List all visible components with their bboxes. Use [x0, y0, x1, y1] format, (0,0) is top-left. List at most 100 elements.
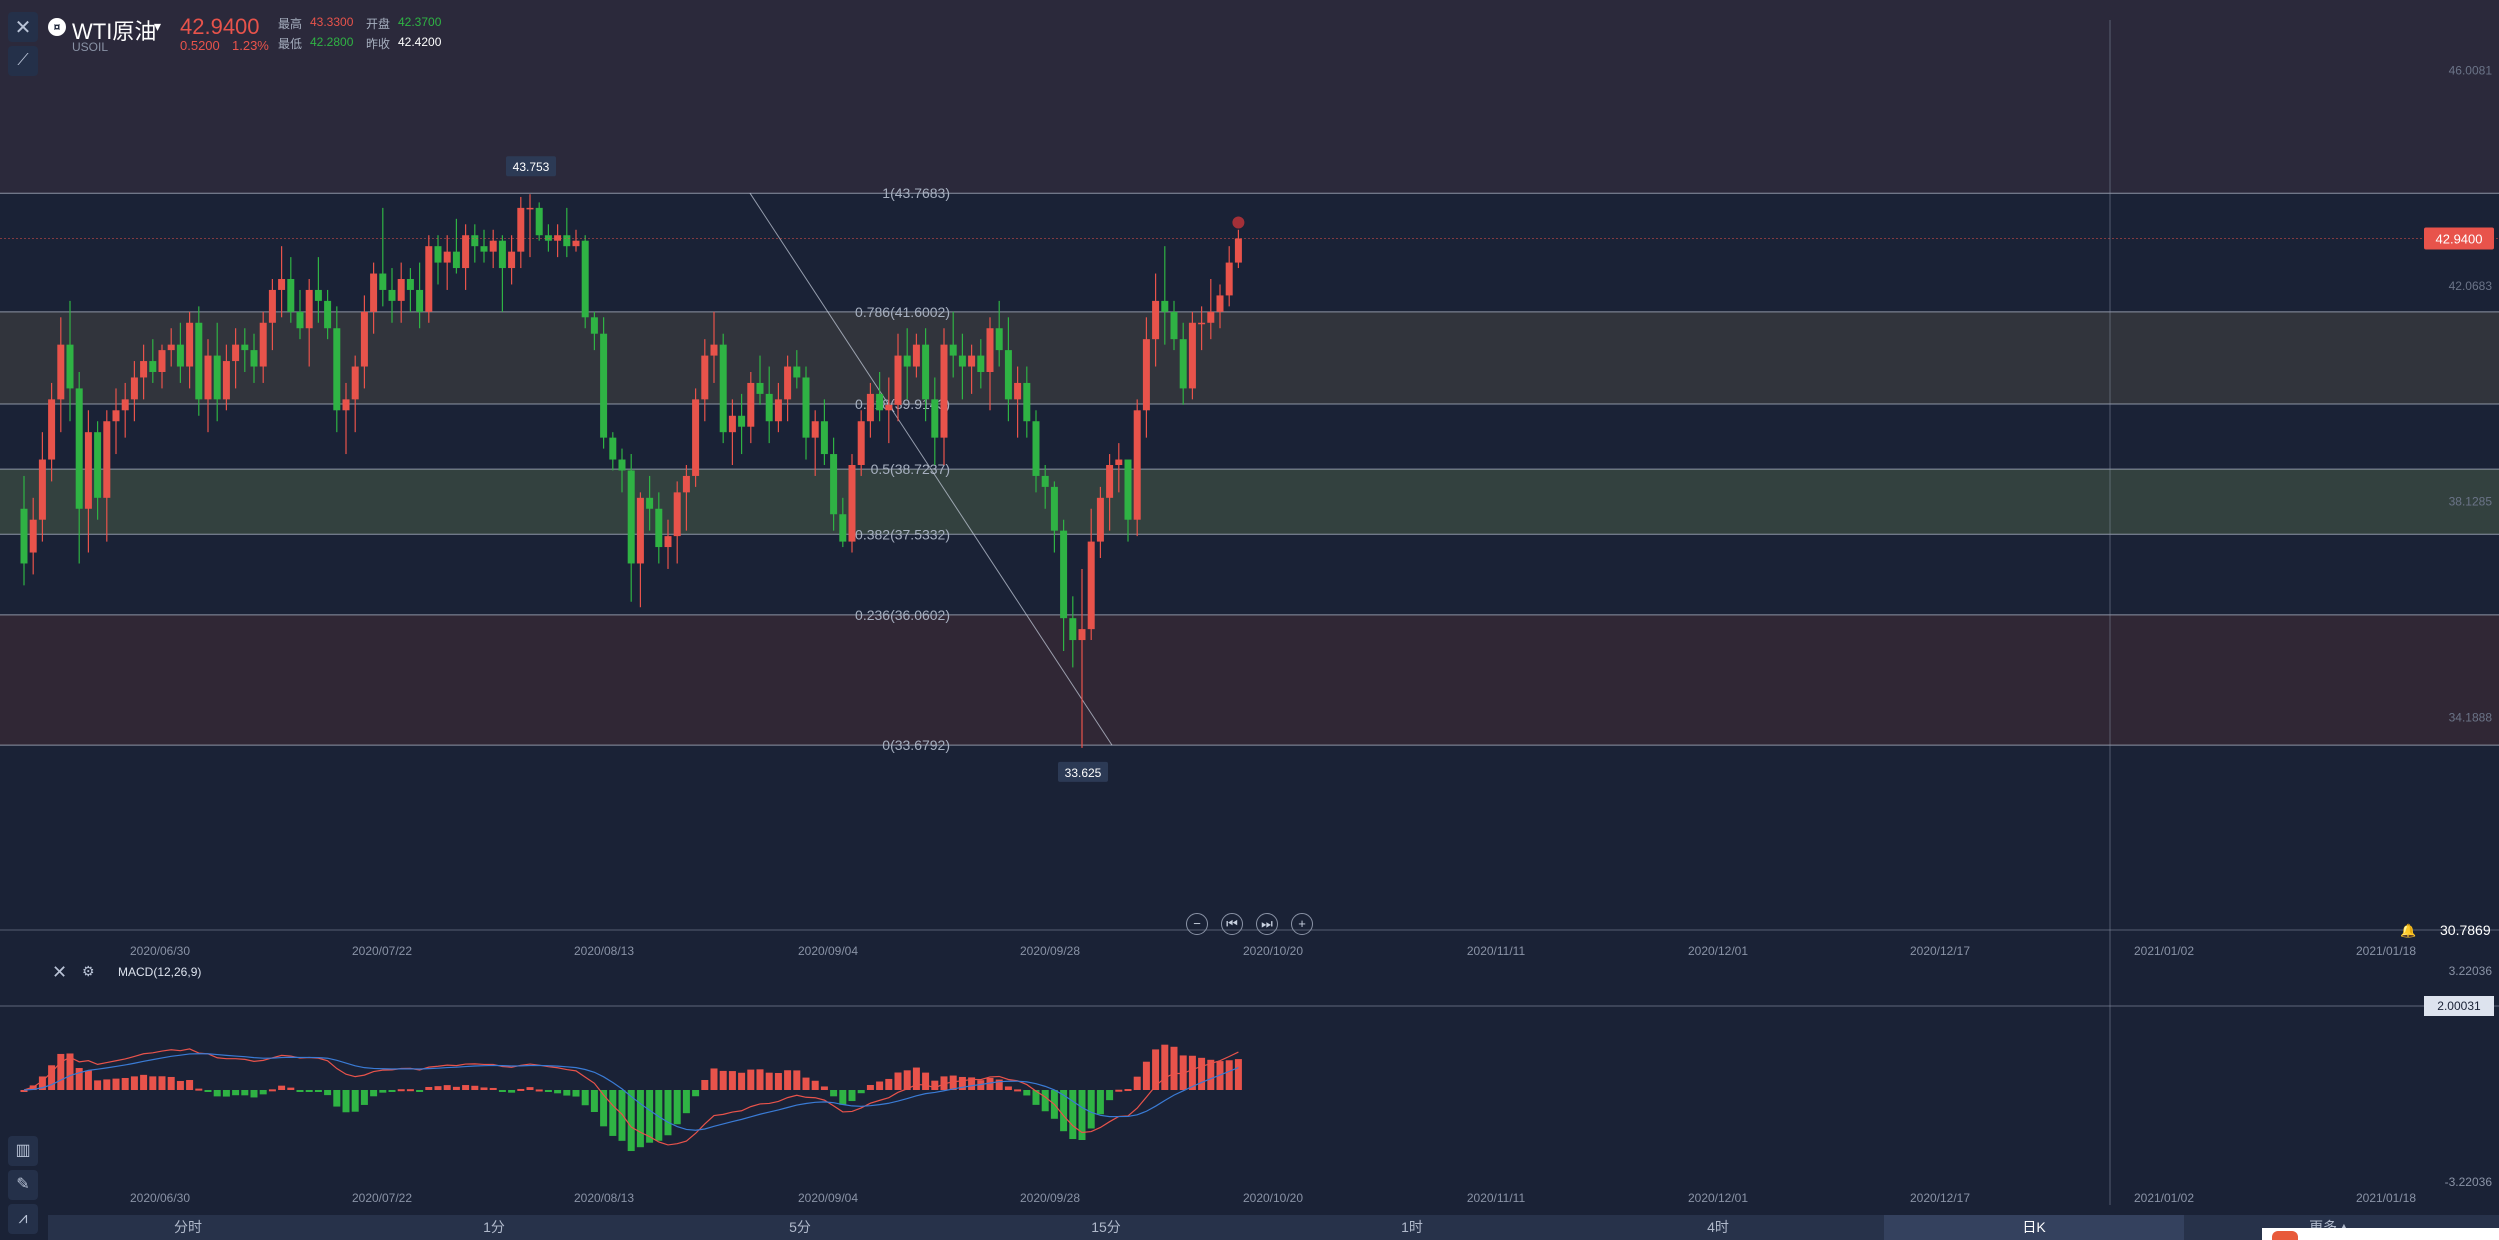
macd-bar	[140, 1074, 148, 1090]
candle-body	[544, 235, 552, 241]
candle-body	[259, 322, 267, 367]
macd-bar	[471, 1085, 479, 1090]
candle-body	[765, 393, 773, 422]
candle-body	[811, 421, 819, 438]
macd-level-text: 2.00031	[2437, 999, 2481, 1013]
candle-body	[38, 459, 46, 520]
candle-body	[296, 311, 304, 329]
price-chart[interactable]: 1(43.7683)0.786(41.6002)0.618(39.9143)0.…	[0, 0, 2499, 1240]
tab-5min[interactable]: 5分	[740, 1215, 860, 1240]
chart-type-icon[interactable]: ⩘	[8, 1204, 38, 1234]
macd-bar	[416, 1090, 424, 1092]
x-axis-date: 2020/12/01	[1688, 944, 1748, 958]
x-axis-date-lower: 2021/01/18	[2356, 1191, 2416, 1205]
current-price: 42.9400	[180, 14, 260, 39]
candle-body	[360, 311, 368, 367]
gear-icon[interactable]: ⚙	[82, 963, 95, 980]
candle-body	[857, 421, 865, 465]
chevron-down-icon[interactable]: ▾	[154, 18, 161, 35]
candle-body	[1225, 262, 1233, 296]
macd-bar	[406, 1089, 414, 1092]
macd-bar	[149, 1076, 157, 1090]
macd-bar	[1106, 1090, 1114, 1101]
macd-bar	[121, 1077, 129, 1090]
candle-body	[425, 246, 433, 312]
candle-body	[1216, 295, 1224, 312]
fib-bands	[0, 0, 2499, 746]
tab-15min[interactable]: 15分	[1046, 1215, 1166, 1240]
macd-bar	[287, 1087, 295, 1090]
close-icon[interactable]: ✕	[8, 12, 38, 42]
macd-bar	[1142, 1061, 1150, 1090]
macd-bar	[1133, 1076, 1141, 1090]
live-dot	[1232, 216, 1245, 229]
macd-bar	[222, 1090, 230, 1097]
macd-bar	[830, 1090, 838, 1097]
macd-bar	[241, 1090, 249, 1096]
x-axis-date-lower: 2020/12/17	[1910, 1191, 1970, 1205]
x-axis-date-lower: 2020/08/13	[574, 1191, 634, 1205]
macd-bar	[103, 1079, 111, 1090]
candle-body	[673, 492, 681, 537]
jump-start-icon[interactable]: ⏮	[1221, 913, 1243, 935]
candle-body	[995, 328, 1003, 351]
zoom-out-icon[interactable]: −	[1186, 913, 1208, 935]
candle-body	[149, 361, 157, 372]
close-indicator-icon[interactable]: ✕	[52, 962, 67, 983]
low-tag: 33.625	[1065, 766, 1102, 780]
x-axis-date: 2020/11/11	[1467, 944, 1526, 958]
indicator-icon[interactable]: ▥	[8, 1136, 38, 1166]
timeframe-bar: 分时 1分 5分 15分 1时 4时 日K 更多▲	[48, 1215, 2499, 1240]
macd-bar	[811, 1080, 819, 1090]
pencil-icon[interactable]: ✎	[8, 1170, 38, 1200]
macd-bar	[370, 1090, 378, 1097]
tab-daily[interactable]: 日K	[1884, 1215, 2184, 1240]
x-axis-date: 2020/12/17	[1910, 944, 1970, 958]
macd-bar	[232, 1090, 240, 1096]
candle-body	[278, 279, 286, 290]
macd-bar	[1234, 1059, 1242, 1090]
price-change: 0.5200	[180, 38, 220, 53]
macd-bar	[333, 1090, 341, 1107]
open-label: 开盘	[366, 17, 391, 31]
candle-body	[176, 344, 184, 367]
candle-body	[314, 289, 322, 301]
tab-1min[interactable]: 1分	[434, 1215, 554, 1240]
macd-bar	[1096, 1090, 1104, 1115]
jump-end-icon[interactable]: ⏭	[1256, 913, 1278, 935]
macd-bar	[581, 1090, 589, 1106]
candle-body	[1069, 618, 1077, 641]
macd-bar	[434, 1086, 442, 1090]
candle-body	[931, 399, 939, 438]
candle-body	[802, 377, 810, 438]
fib-level-label: 0.382(37.5332)	[855, 526, 950, 542]
macd-bar	[618, 1090, 626, 1141]
tab-timesharing[interactable]: 分时	[128, 1215, 248, 1240]
macd-bar	[388, 1090, 396, 1092]
macd-bar	[885, 1078, 893, 1090]
macd-bar	[554, 1090, 562, 1094]
macd-label: MACD(12,26,9)	[118, 965, 202, 979]
candle-body	[655, 508, 663, 548]
tab-1h[interactable]: 1时	[1352, 1215, 1472, 1240]
draw-line-icon[interactable]: ⟋	[8, 46, 38, 76]
candle-body	[498, 240, 506, 269]
x-axis-date-lower: 2020/07/22	[352, 1191, 412, 1205]
candle-body	[664, 536, 672, 548]
candle-body	[554, 235, 562, 241]
candle-body	[84, 432, 92, 509]
candle-body	[968, 355, 976, 367]
candle-body	[719, 344, 727, 433]
tab-4h[interactable]: 4时	[1658, 1215, 1778, 1240]
candle-body	[379, 273, 387, 290]
macd-bar	[213, 1090, 221, 1097]
candle-body	[416, 289, 424, 312]
macd-bar	[894, 1072, 902, 1090]
zoom-in-icon[interactable]: +	[1291, 913, 1313, 935]
candle-body	[103, 421, 111, 498]
macd-bar	[673, 1090, 681, 1125]
candle-body	[572, 240, 580, 247]
macd-bar	[1198, 1057, 1206, 1090]
macd-bar	[443, 1085, 451, 1090]
macd-bar	[1225, 1060, 1233, 1090]
